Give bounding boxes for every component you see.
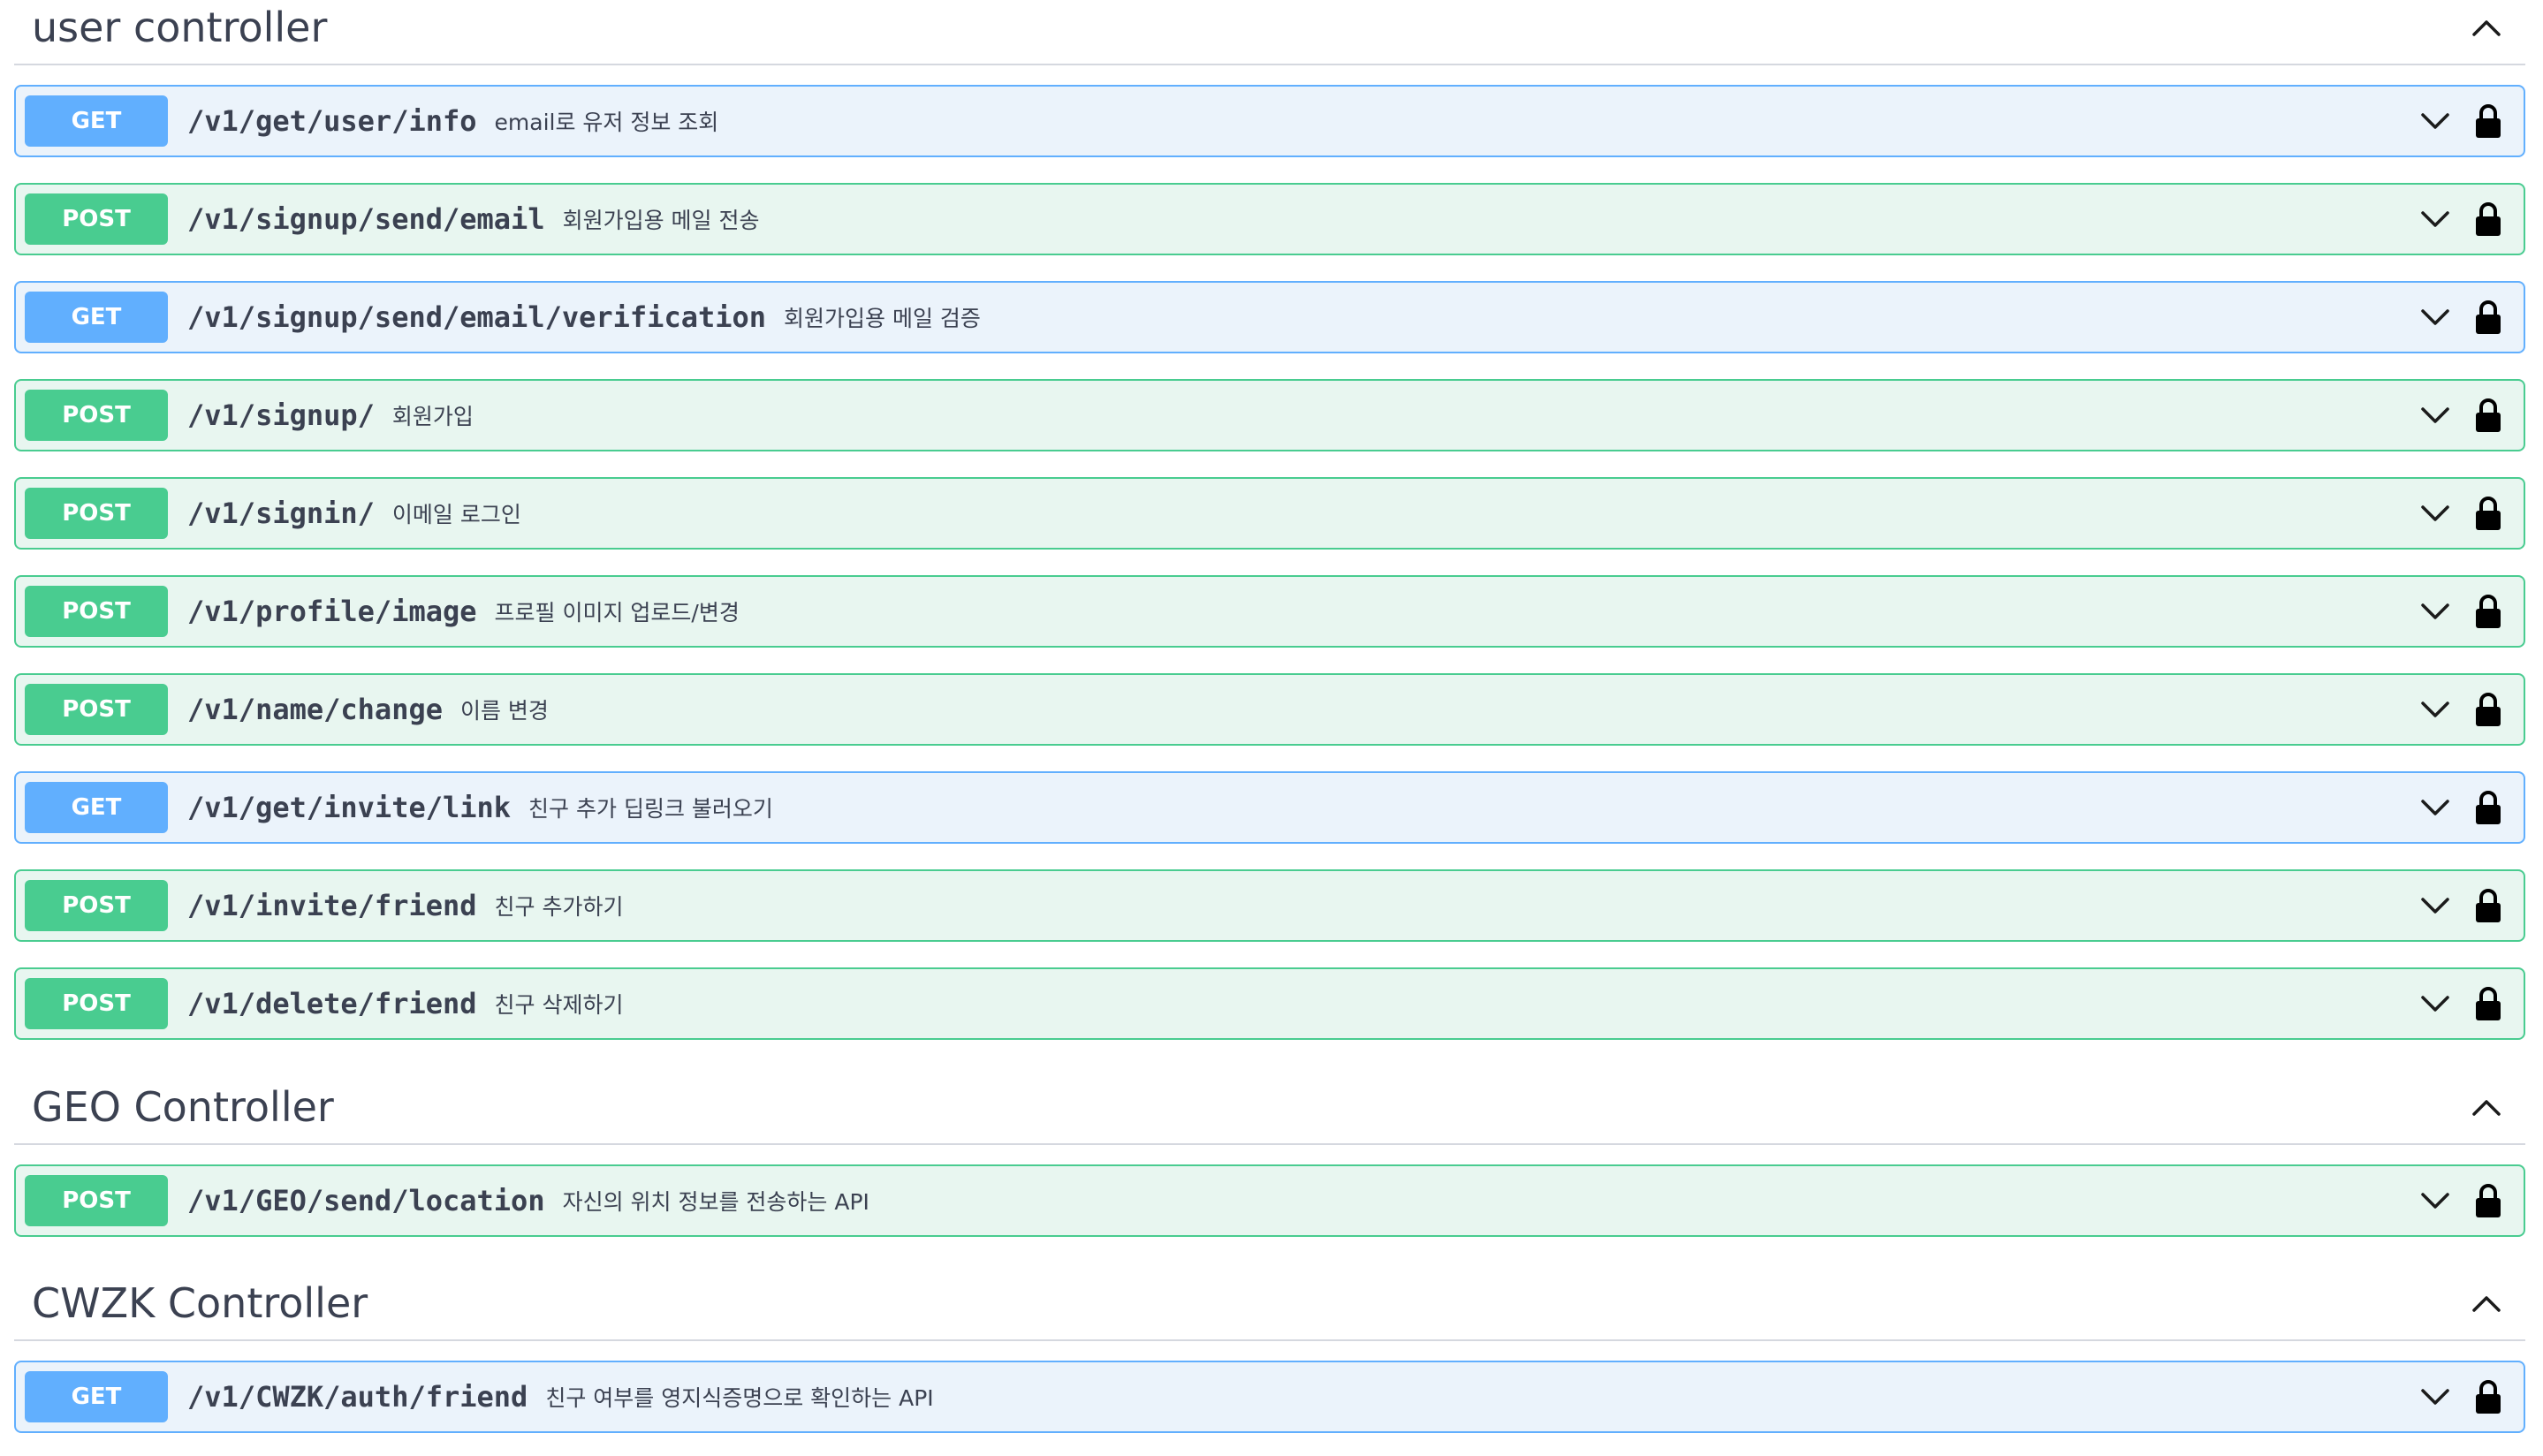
- lock-icon[interactable]: [2467, 296, 2509, 338]
- method-badge: POST: [25, 390, 168, 441]
- method-badge: GET: [25, 292, 168, 343]
- chevron-up-icon[interactable]: [2465, 6, 2508, 49]
- operation-path[interactable]: /v1/profile/image: [187, 595, 477, 628]
- method-badge: POST: [25, 880, 168, 931]
- operation-summary: 친구 추가 딥링크 불러오기: [528, 796, 773, 822]
- method-badge: POST: [25, 1175, 168, 1226]
- method-badge: POST: [25, 684, 168, 735]
- section-title: CWZK Controller: [32, 1279, 368, 1327]
- swagger-page: user controller GET /v1/get/user/info em…: [0, 0, 2543, 1456]
- chevron-down-icon[interactable]: [2414, 198, 2456, 240]
- operation-row[interactable]: POST /v1/delete/friend 친구 삭제하기: [14, 967, 2525, 1040]
- operation-summary: 친구 삭제하기: [494, 992, 624, 1018]
- operation-path[interactable]: /v1/get/user/info: [187, 104, 477, 138]
- operation-row[interactable]: GET /v1/get/user/info email로 유저 정보 조회: [14, 85, 2525, 157]
- method-badge: GET: [25, 782, 168, 833]
- chevron-down-icon[interactable]: [2414, 1376, 2456, 1418]
- operation-path[interactable]: /v1/invite/friend: [187, 889, 477, 922]
- lock-icon[interactable]: [2467, 590, 2509, 633]
- operation-summary: 친구 추가하기: [494, 894, 624, 920]
- operation-row[interactable]: POST /v1/signup/send/email 회원가입용 메일 전송: [14, 183, 2525, 255]
- operation-row[interactable]: POST /v1/signup/ 회원가입: [14, 379, 2525, 451]
- method-badge: POST: [25, 978, 168, 1029]
- operation-summary: email로 유저 정보 조회: [494, 110, 719, 135]
- method-badge: POST: [25, 193, 168, 245]
- section-header[interactable]: CWZK Controller: [14, 1267, 2525, 1341]
- operation-summary: 이메일 로그인: [391, 502, 521, 527]
- operation-path[interactable]: /v1/CWZK/auth/friend: [187, 1380, 528, 1414]
- chevron-down-icon[interactable]: [2414, 688, 2456, 731]
- operation-row[interactable]: GET /v1/CWZK/auth/friend 친구 여부를 영지식증명으로 …: [14, 1361, 2525, 1433]
- lock-icon[interactable]: [2467, 1179, 2509, 1222]
- operation-summary: 프로필 이미지 업로드/변경: [494, 600, 740, 626]
- lock-icon[interactable]: [2467, 884, 2509, 927]
- section-cwzk-controller: CWZK Controller: [14, 1267, 2525, 1341]
- lock-icon[interactable]: [2467, 982, 2509, 1025]
- operation-row[interactable]: POST /v1/signin/ 이메일 로그인: [14, 477, 2525, 550]
- operation-path[interactable]: /v1/signup/: [187, 398, 375, 432]
- chevron-down-icon[interactable]: [2414, 884, 2456, 927]
- operation-row[interactable]: GET /v1/signup/send/email/verification 회…: [14, 281, 2525, 353]
- operation-path[interactable]: /v1/GEO/send/location: [187, 1184, 545, 1217]
- chevron-up-icon[interactable]: [2465, 1282, 2508, 1324]
- operation-summary: 자신의 위치 정보를 전송하는 API: [562, 1189, 869, 1215]
- operation-path[interactable]: /v1/signup/send/email/verification: [187, 300, 766, 334]
- section-title: user controller: [32, 4, 328, 51]
- operation-row[interactable]: POST /v1/GEO/send/location 자신의 위치 정보를 전송…: [14, 1164, 2525, 1237]
- operation-path[interactable]: /v1/delete/friend: [187, 987, 477, 1020]
- method-badge: POST: [25, 586, 168, 637]
- operation-path[interactable]: /v1/signup/send/email: [187, 202, 545, 236]
- operation-path[interactable]: /v1/signin/: [187, 497, 375, 530]
- section-header[interactable]: user controller: [14, 0, 2525, 65]
- chevron-down-icon[interactable]: [2414, 394, 2456, 436]
- lock-icon[interactable]: [2467, 198, 2509, 240]
- chevron-down-icon[interactable]: [2414, 590, 2456, 633]
- section-header[interactable]: GEO Controller: [14, 1071, 2525, 1145]
- operation-summary: 이름 변경: [459, 698, 549, 724]
- lock-icon[interactable]: [2467, 394, 2509, 436]
- method-badge: GET: [25, 95, 168, 147]
- chevron-down-icon[interactable]: [2414, 492, 2456, 535]
- operation-row[interactable]: POST /v1/invite/friend 친구 추가하기: [14, 869, 2525, 942]
- chevron-down-icon[interactable]: [2414, 786, 2456, 829]
- operation-summary: 회원가입용 메일 검증: [784, 306, 981, 331]
- operation-summary: 회원가입: [391, 404, 474, 429]
- chevron-down-icon[interactable]: [2414, 296, 2456, 338]
- lock-icon[interactable]: [2467, 1376, 2509, 1418]
- method-badge: POST: [25, 488, 168, 539]
- operation-row[interactable]: POST /v1/name/change 이름 변경: [14, 673, 2525, 746]
- chevron-up-icon[interactable]: [2465, 1086, 2508, 1128]
- chevron-down-icon[interactable]: [2414, 100, 2456, 142]
- operation-summary: 회원가입용 메일 전송: [562, 208, 760, 233]
- section-user-controller: user controller: [14, 0, 2525, 65]
- lock-icon[interactable]: [2467, 786, 2509, 829]
- operation-path[interactable]: /v1/get/invite/link: [187, 791, 511, 824]
- lock-icon[interactable]: [2467, 688, 2509, 731]
- operation-path[interactable]: /v1/name/change: [187, 693, 443, 726]
- lock-icon[interactable]: [2467, 492, 2509, 535]
- chevron-down-icon[interactable]: [2414, 1179, 2456, 1222]
- operation-row[interactable]: GET /v1/get/invite/link 친구 추가 딥링크 불러오기: [14, 771, 2525, 844]
- section-title: GEO Controller: [32, 1083, 334, 1131]
- chevron-down-icon[interactable]: [2414, 982, 2456, 1025]
- method-badge: GET: [25, 1371, 168, 1422]
- lock-icon[interactable]: [2467, 100, 2509, 142]
- operation-row[interactable]: POST /v1/profile/image 프로필 이미지 업로드/변경: [14, 575, 2525, 648]
- operation-summary: 친구 여부를 영지식증명으로 확인하는 API: [545, 1385, 934, 1411]
- section-geo-controller: GEO Controller: [14, 1071, 2525, 1145]
